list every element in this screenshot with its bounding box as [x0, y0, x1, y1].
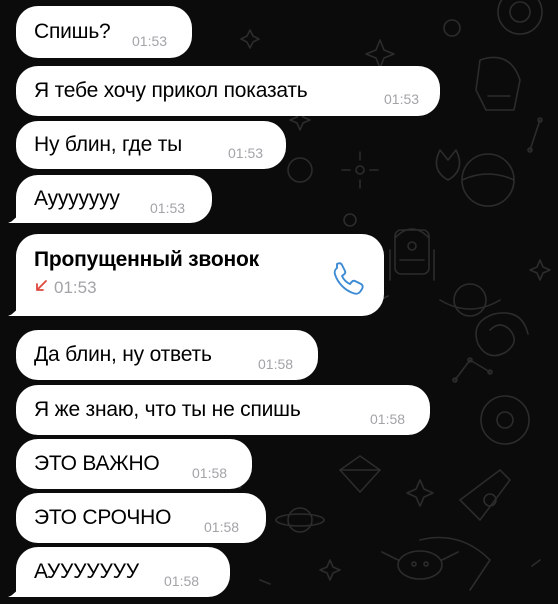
message-bubble[interactable]: Аууууууу 01:53: [16, 175, 212, 223]
message-bubble[interactable]: ЭТО ВАЖНО 01:58: [16, 439, 252, 489]
missed-call-bubble[interactable]: Пропущенный звонок 01:53: [16, 234, 384, 316]
message-text: ЭТО ВАЖНО: [34, 452, 160, 475]
message-bubble[interactable]: Ну блин, где ты 01:53: [16, 121, 286, 169]
message-time: 01:58: [204, 519, 240, 535]
message-bubble[interactable]: ЭТО СРОЧНО 01:58: [16, 493, 266, 543]
message-bubble[interactable]: Спишь? 01:53: [16, 6, 192, 58]
message-text: АУУУУУУУ: [34, 560, 139, 583]
missed-call-title: Пропущенный звонок: [34, 248, 259, 271]
missed-call-arrow-icon: [34, 279, 48, 298]
message-text: Да блин, ну ответь: [34, 343, 212, 366]
message-text: Ну блин, где ты: [34, 133, 183, 156]
message-time: 01:58: [192, 465, 228, 481]
message-time: 01:58: [164, 573, 200, 589]
message-time: 01:53: [132, 33, 168, 49]
message-bubble[interactable]: Я же знаю, что ты не спишь 01:58: [16, 385, 430, 435]
missed-call-meta: 01:53: [34, 278, 97, 298]
message-bubble[interactable]: Я тебе хочу прикол показать 01:53: [16, 66, 440, 116]
message-time: 01:58: [258, 356, 294, 372]
message-time: 01:53: [384, 91, 420, 107]
message-time: 01:53: [150, 200, 186, 216]
message-time: 01:53: [228, 145, 264, 161]
message-time: 01:58: [370, 411, 406, 427]
message-text: Спишь?: [34, 20, 111, 43]
message-text: Я же знаю, что ты не спишь: [34, 398, 301, 421]
message-bubble[interactable]: Да блин, ну ответь 01:58: [16, 330, 318, 380]
message-bubble[interactable]: АУУУУУУУ 01:58: [16, 547, 230, 597]
message-text: Я тебе хочу прикол показать: [34, 79, 308, 102]
missed-call-time: 01:53: [54, 278, 97, 297]
message-text: Аууууууу: [34, 187, 120, 210]
message-text: ЭТО СРОЧНО: [34, 506, 172, 529]
phone-icon[interactable]: [326, 256, 366, 296]
